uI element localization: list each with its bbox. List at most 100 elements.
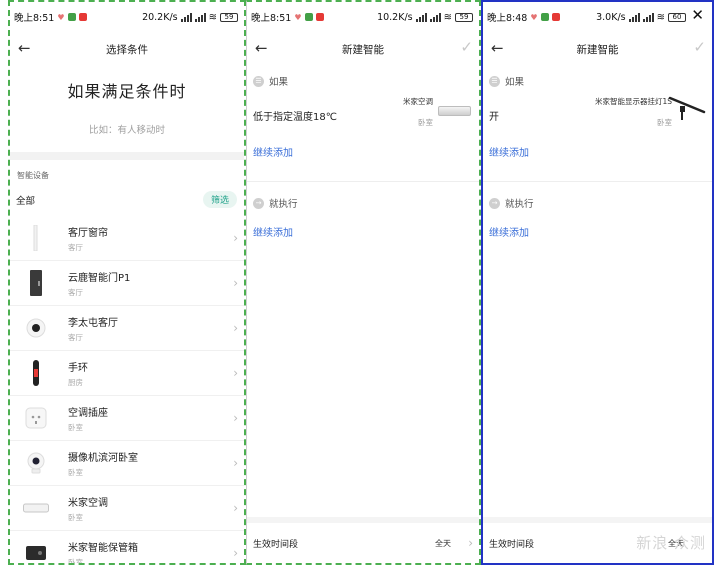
add-action-link[interactable]: 继续添加 xyxy=(247,210,479,239)
plug-icon xyxy=(18,407,54,429)
wifi-icon: ≋ xyxy=(208,11,217,23)
smart-devices-label: 智能设备 xyxy=(17,171,49,180)
battery-icon: 59 xyxy=(455,12,473,22)
condition-device-name: 米家智能显示器挂灯1S xyxy=(594,97,672,106)
band-icon xyxy=(18,360,54,386)
new-automation-screen-ac: 晚上8:51 ♥ 10.2K/s ≋ 59 ← 新建智能 ✓ ☰ 如果 低于指定… xyxy=(246,0,481,565)
device-item-curtain[interactable]: 客厅窗帘 客厅 › xyxy=(10,216,244,261)
battery-icon: 59 xyxy=(220,12,238,22)
select-condition-screen: 晚上8:51 ♥ 20.2K/s ≋ 59 ← 选择条件 如果满足条件时 比如：… xyxy=(8,0,246,565)
signal-icon xyxy=(642,12,654,22)
condition-device-name: 米家空调 xyxy=(403,97,433,106)
chevron-right-icon: › xyxy=(233,366,238,380)
title-bar: ← 新建智能 ✓ xyxy=(483,32,712,66)
device-item-band[interactable]: 手环 厨房 › xyxy=(10,351,244,396)
heart-icon: ♥ xyxy=(57,12,65,22)
then-arrow-icon: → xyxy=(489,197,500,209)
status-time: 晚上8:51 xyxy=(14,13,55,24)
device-item-safe-box[interactable]: 米家智能保管箱 卧室 › xyxy=(10,531,244,565)
phone-app-icon xyxy=(304,13,313,21)
if-section-header: ☰ 如果 xyxy=(483,66,712,88)
effective-time-row[interactable]: 生效时间段 全天 › xyxy=(247,517,479,563)
chevron-right-icon: › xyxy=(233,321,238,335)
condition-heading: 如果满足条件时 xyxy=(67,82,187,101)
wifi-icon: ≋ xyxy=(656,11,665,23)
chevron-right-icon: › xyxy=(233,231,238,245)
ac-icon xyxy=(18,503,54,513)
device-item-smart-door[interactable]: 云鹿智能门P1 客厅 › xyxy=(10,261,244,306)
add-action-link[interactable]: 继续添加 xyxy=(483,210,712,239)
battery-icon: 60 xyxy=(668,12,686,22)
notification-app-icon xyxy=(78,13,87,21)
device-room: 卧室 xyxy=(68,557,83,565)
device-name: 客厅窗帘 xyxy=(68,227,108,239)
add-condition-link[interactable]: 继续添加 xyxy=(247,138,479,159)
confirm-check-icon[interactable]: ✓ xyxy=(693,38,706,56)
effective-time-label: 生效时间段 xyxy=(489,539,535,550)
safe-box-icon xyxy=(18,545,54,561)
effective-time-value: 全天 xyxy=(435,538,451,548)
device-name: 手环 xyxy=(68,362,88,374)
network-speed: 10.2K/s xyxy=(377,11,413,23)
then-label: 就执行 xyxy=(269,199,298,210)
chevron-right-icon: › xyxy=(233,411,238,425)
camera-icon xyxy=(18,318,54,338)
network-speed: 3.0K/s xyxy=(596,11,626,23)
if-label: 如果 xyxy=(505,77,525,88)
back-arrow-icon[interactable]: ← xyxy=(255,39,268,57)
status-bar: 晚上8:48 ♥ 3.0K/s ≋ 60 ✕ xyxy=(483,2,712,32)
close-icon[interactable]: ✕ xyxy=(691,6,704,24)
if-icon: ☰ xyxy=(253,75,264,87)
device-item-air-conditioner[interactable]: 米家空调 卧室 › xyxy=(10,486,244,531)
device-room: 客厅 xyxy=(68,332,83,342)
condition-text: 低于指定温度18℃ xyxy=(253,112,337,123)
device-name: 米家智能保管箱 xyxy=(68,542,138,554)
condition-row[interactable]: 开 米家智能显示器挂灯1S 卧室 xyxy=(483,90,712,138)
page-title: 新建智能 xyxy=(342,43,384,56)
title-bar: ← 新建智能 ✓ xyxy=(247,32,479,66)
filter-row: 全部 筛选 xyxy=(10,181,244,208)
device-room: 卧室 xyxy=(68,467,83,477)
device-item-camera-bedroom[interactable]: 摄像机滨河卧室 卧室 › xyxy=(10,441,244,486)
section-divider xyxy=(10,152,244,160)
notification-app-icon xyxy=(315,13,324,21)
if-section-header: ☰ 如果 xyxy=(247,66,479,88)
filter-all-label[interactable]: 全部 xyxy=(16,193,35,207)
back-arrow-icon[interactable]: ← xyxy=(491,39,504,57)
signal-icon xyxy=(415,12,427,22)
device-name: 摄像机滨河卧室 xyxy=(68,452,138,464)
condition-row[interactable]: 低于指定温度18℃ 米家空调 卧室 xyxy=(247,90,479,138)
monitor-light-bar-icon xyxy=(668,96,706,120)
then-section-header: → 就执行 xyxy=(483,182,712,210)
confirm-check-icon[interactable]: ✓ xyxy=(460,38,473,56)
device-item-camera[interactable]: 李太屯客厅 客厅 › xyxy=(10,306,244,351)
condition-hint: 比如：有人移动时 xyxy=(88,125,165,136)
network-speed: 20.2K/s xyxy=(142,11,178,23)
status-bar: 晚上8:51 ♥ 10.2K/s ≋ 59 xyxy=(247,2,479,32)
smart-door-icon xyxy=(18,269,54,297)
device-name: 米家空调 xyxy=(68,497,108,509)
back-arrow-icon[interactable]: ← xyxy=(18,39,31,57)
device-room: 卧室 xyxy=(68,422,83,432)
device-room: 厨房 xyxy=(68,377,83,387)
condition-text: 开 xyxy=(489,112,499,123)
heart-icon: ♥ xyxy=(294,12,302,22)
add-condition-link[interactable]: 继续添加 xyxy=(483,138,712,159)
device-item-plug[interactable]: 空调插座 卧室 › xyxy=(10,396,244,441)
filter-button[interactable]: 筛选 xyxy=(202,191,237,208)
chevron-right-icon: › xyxy=(233,456,238,470)
phone-app-icon xyxy=(67,13,76,21)
camera-icon xyxy=(18,452,54,474)
status-bar: 晚上8:51 ♥ 20.2K/s ≋ 59 xyxy=(10,2,244,32)
chevron-right-icon: › xyxy=(468,536,473,550)
if-icon: ☰ xyxy=(489,75,500,87)
status-time: 晚上8:48 xyxy=(487,13,528,24)
new-automation-screen-lamp: 晚上8:48 ♥ 3.0K/s ≋ 60 ✕ ← 新建智能 ✓ ☰ 如果 开 米… xyxy=(481,0,714,565)
heart-icon: ♥ xyxy=(530,12,538,22)
phone-app-icon xyxy=(540,13,549,21)
device-room: 客厅 xyxy=(68,242,83,252)
chevron-right-icon: › xyxy=(233,546,238,560)
then-arrow-icon: → xyxy=(253,197,264,209)
notification-app-icon xyxy=(551,13,560,21)
watermark: 新浪 众测 xyxy=(636,534,706,552)
